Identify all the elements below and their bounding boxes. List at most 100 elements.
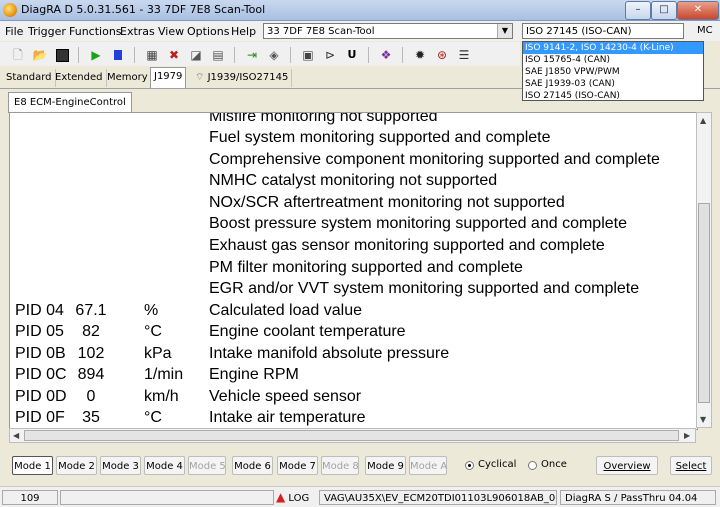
pid-description: Calculated load value (209, 302, 362, 319)
status-interface: DiagRA S / PassThru 04.04 (560, 490, 716, 505)
protocol-option[interactable]: ISO 9141-2, ISO 14230-4 (K-Line) (523, 42, 703, 54)
pid-id: PID 0D (15, 388, 67, 405)
protocol-option[interactable]: SAE J1850 VPW/PWM (523, 66, 703, 78)
menu-view[interactable]: View (158, 25, 184, 38)
horizontal-scroll-thumb[interactable] (24, 430, 679, 441)
mc-label: MC (697, 25, 713, 36)
pid-id: PID 0C (15, 366, 67, 383)
horizontal-scrollbar[interactable]: ◀ ▶ (9, 428, 696, 443)
toolbar-separator (368, 47, 369, 63)
pid-unit: 1/min (144, 366, 184, 383)
mode-2-button[interactable]: Mode 2 (56, 456, 97, 475)
disconnect-icon[interactable]: ◪ (188, 47, 204, 63)
scroll-right-icon[interactable]: ▶ (684, 431, 690, 440)
protocol-option[interactable]: ISO 15765-4 (CAN) (523, 54, 703, 66)
warning-icon: ▲ (276, 490, 286, 504)
mode-5-button[interactable]: Mode 5 (188, 456, 226, 475)
pid-unit: kPa (144, 345, 172, 362)
config-icon[interactable]: ▣ (300, 47, 316, 63)
pid-id: PID 04 (15, 302, 64, 319)
tool-select[interactable]: 33 7DF 7E8 Scan-Tool ▼ (263, 23, 513, 39)
once-radio[interactable] (528, 461, 537, 470)
log-icon[interactable]: ☰ (456, 47, 472, 63)
toolbar-separator (234, 47, 235, 63)
mode-8-button[interactable]: Mode 8 (321, 456, 359, 475)
scroll-left-icon[interactable]: ◀ (13, 431, 19, 440)
cyclical-label: Cyclical (478, 459, 517, 470)
tool-select-value: 33 7DF 7E8 Scan-Tool (267, 26, 375, 37)
mode-3-button[interactable]: Mode 3 (100, 456, 141, 475)
open-icon[interactable]: 📂 (32, 47, 48, 63)
readiness-line: Boost pressure system monitoring support… (209, 215, 627, 232)
pid-value: 0 (86, 388, 96, 405)
app-logo-icon (3, 3, 17, 17)
settings-icon[interactable]: ⊛ (434, 47, 450, 63)
pid-id: PID 0F (15, 409, 65, 426)
connect-icon[interactable]: ✖ (166, 47, 182, 63)
pid-value: 82 (82, 323, 100, 340)
unit-icon[interactable]: U (344, 47, 360, 63)
chevron-down-icon[interactable]: ▼ (497, 24, 512, 38)
tab-j1939[interactable]: ⌔ J1939/ISO27145 (192, 69, 293, 87)
light-icon[interactable]: ✹ (412, 47, 428, 63)
book-icon[interactable]: ❖ (378, 47, 394, 63)
pid-value: 67.1 (75, 302, 107, 319)
toolbar-separator (402, 47, 403, 63)
select-button[interactable]: Select (670, 456, 712, 475)
pid-id: PID 05 (15, 323, 64, 340)
menu-functions[interactable]: Functions (69, 25, 122, 38)
vertical-scrollbar[interactable]: ▲ ▼ (696, 112, 712, 428)
tab-memory[interactable]: Memory (104, 69, 152, 87)
data-view: Misfire monitoring not supported Fuel sy… (9, 112, 698, 430)
menu-options[interactable]: Options (187, 25, 229, 38)
adapter-icon[interactable]: ⊳ (322, 47, 338, 63)
maximize-button[interactable]: □ (651, 1, 677, 20)
scroll-down-icon[interactable]: ▼ (700, 415, 706, 424)
mode-4-button[interactable]: Mode 4 (144, 456, 185, 475)
pid-id: PID 0B (15, 345, 66, 362)
menu-file[interactable]: File (5, 25, 23, 38)
vertical-scroll-thumb[interactable] (698, 203, 710, 403)
pid-description: Engine coolant temperature (209, 323, 406, 340)
mode-a-button[interactable]: Mode A (409, 456, 447, 475)
overview-button[interactable]: Overview (596, 456, 658, 475)
tab-extended[interactable]: Extended (52, 69, 107, 87)
tab-j1979[interactable]: J1979 (150, 67, 187, 89)
protocol-select-value: ISO 27145 (ISO-CAN) (526, 26, 632, 37)
tab-ecu-enginecontrol[interactable]: E8 ECM-EngineControl (8, 92, 132, 113)
mode-7-button[interactable]: Mode 7 (277, 456, 318, 475)
export-icon[interactable]: ⇥ (244, 47, 260, 63)
mode-9-button[interactable]: Mode 9 (365, 456, 406, 475)
play-icon[interactable]: ▶ (88, 47, 104, 63)
save-icon[interactable] (54, 47, 70, 63)
stop-icon[interactable] (110, 47, 126, 63)
tab-j1939-label: J1939/ISO27145 (207, 72, 289, 83)
log-indicator[interactable]: ▲ LOG (276, 490, 318, 505)
status-empty-panel (60, 490, 274, 505)
minimize-button[interactable]: – (625, 1, 651, 20)
protocol-option[interactable]: ISO 27145 (ISO-CAN) (523, 90, 703, 102)
toolbar: 🗋 📂 ▶ ▦ ✖ ◪ ▤ ⇥ ◈ ▣ ⊳ U ❖ ✹ ⊛ ☰ (0, 42, 520, 66)
scroll-up-icon[interactable]: ▲ (700, 116, 706, 125)
protocol-option[interactable]: SAE J1939-03 (CAN) (523, 78, 703, 90)
menu-extras[interactable]: Extras (120, 25, 155, 38)
status-file-path: VAG\AU35X\EV_ECM20TDI01103L906018AB_003 (319, 490, 557, 505)
readiness-line: EGR and/or VVT system monitoring support… (209, 280, 640, 297)
window-title: DiagRA D 5.0.31.561 - 33 7DF 7E8 Scan-To… (21, 3, 266, 16)
dtc-icon[interactable]: ▤ (210, 47, 226, 63)
menu-trigger[interactable]: Trigger (28, 25, 66, 38)
protocol-select[interactable]: ISO 27145 (ISO-CAN) (522, 23, 684, 39)
toolbar-separator (290, 47, 291, 63)
menu-help[interactable]: Help (231, 25, 256, 38)
cyclical-radio[interactable] (465, 461, 474, 470)
erase-icon[interactable]: ◈ (266, 47, 282, 63)
ecu-icon[interactable]: ▦ (144, 47, 160, 63)
new-icon[interactable]: 🗋 (10, 47, 26, 63)
protocol-dropdown-list: ISO 9141-2, ISO 14230-4 (K-Line) ISO 157… (522, 41, 704, 101)
readiness-line: NOx/SCR aftertreatment monitoring not su… (209, 194, 565, 211)
mode-6-button[interactable]: Mode 6 (232, 456, 273, 475)
close-button[interactable]: ✕ (677, 1, 719, 20)
tab-standard[interactable]: Standard (3, 69, 56, 87)
pid-description: Engine RPM (209, 366, 299, 383)
mode-1-button[interactable]: Mode 1 (12, 456, 53, 475)
